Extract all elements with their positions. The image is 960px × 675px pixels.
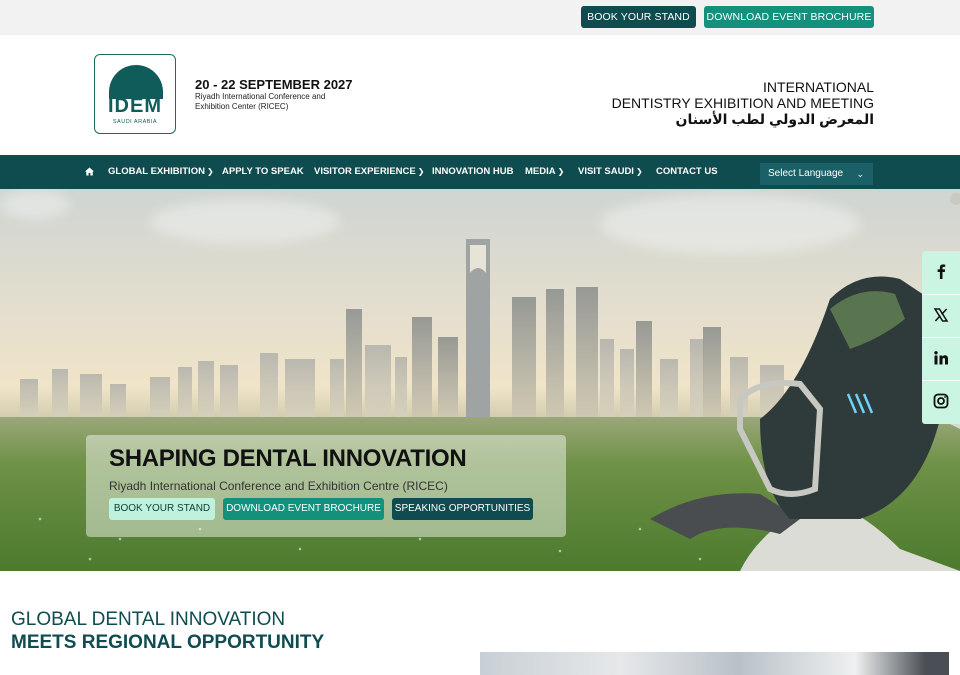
- logo-word: IDEM: [108, 95, 162, 117]
- chevron-down-icon: ❯: [206, 167, 214, 176]
- instagram-link[interactable]: [922, 380, 960, 423]
- chevron-down-icon: ❯: [635, 167, 643, 176]
- hero-banner: SHAPING DENTAL INNOVATION Riyadh Interna…: [0, 189, 960, 571]
- nav-visit-saudi[interactable]: VISIT SAUDI ❯: [578, 155, 643, 189]
- event-date: 20 - 22 SEPTEMBER 2027: [195, 77, 353, 92]
- language-select[interactable]: Select Language ⌄: [760, 163, 873, 185]
- linkedin-icon: [934, 351, 948, 365]
- facebook-icon: [937, 264, 946, 279]
- home-icon[interactable]: [85, 167, 94, 176]
- book-stand-button[interactable]: BOOK YOUR STAND: [581, 6, 696, 28]
- section-heading-line2: MEETS REGIONAL OPPORTUNITY: [11, 632, 325, 653]
- nav-label: APPLY TO SPEAK: [222, 166, 304, 177]
- hero-title: SHAPING DENTAL INNOVATION: [109, 445, 467, 472]
- x-icon: [933, 308, 949, 322]
- idem-logo[interactable]: IDEM SAUDI ARABIA: [94, 54, 176, 134]
- nav-apply-to-speak[interactable]: APPLY TO SPEAK: [222, 155, 304, 189]
- nav-label: GLOBAL EXHIBITION: [108, 166, 205, 177]
- nav-media[interactable]: MEDIA ❯: [525, 155, 564, 189]
- hero-subtitle: Riyadh International Conference and Exhi…: [109, 479, 448, 493]
- nav-label: INNOVATION HUB: [432, 166, 514, 177]
- nav-global-exhibition[interactable]: GLOBAL EXHIBITION ❯: [108, 155, 214, 189]
- nav-label: VISITOR EXPERIENCE: [314, 166, 416, 177]
- hero-download-brochure-button[interactable]: DOWNLOAD EVENT BROCHURE: [223, 498, 384, 520]
- hero-speaking-opportunities-button[interactable]: SPEAKING OPPORTUNITIES: [392, 498, 533, 520]
- exhibition-hall-image: [480, 652, 949, 675]
- hero-card: SHAPING DENTAL INNOVATION Riyadh Interna…: [86, 435, 566, 537]
- nav-label: MEDIA: [525, 166, 556, 177]
- language-select-value: Select Language: [768, 168, 844, 179]
- top-bar: BOOK YOUR STAND DOWNLOAD EVENT BROCHURE: [0, 0, 960, 35]
- linkedin-link[interactable]: [922, 337, 960, 380]
- nav-label: VISIT SAUDI: [578, 166, 634, 177]
- nav-innovation-hub[interactable]: INNOVATION HUB: [432, 155, 513, 189]
- nav-contact-us[interactable]: CONTACT US: [656, 155, 718, 189]
- section-heading-line1: GLOBAL DENTAL INNOVATION: [11, 609, 286, 630]
- chevron-down-icon: ❯: [557, 167, 565, 176]
- logo-subtitle: SAUDI ARABIA: [112, 119, 158, 125]
- social-sidebar: [922, 251, 960, 424]
- logo-dome: [109, 65, 163, 99]
- x-link[interactable]: [922, 294, 960, 337]
- tagline-line2: DENTISTRY EXHIBITION AND MEETING: [611, 95, 874, 111]
- chevron-down-icon: ❯: [417, 167, 425, 176]
- header-tagline: INTERNATIONAL DENTISTRY EXHIBITION AND M…: [612, 79, 874, 128]
- instagram-icon: [933, 393, 949, 409]
- facebook-link[interactable]: [922, 251, 960, 294]
- main-nav: GLOBAL EXHIBITION ❯ APPLY TO SPEAK VISITO…: [0, 155, 960, 189]
- nav-label: CONTACT US: [656, 166, 718, 177]
- chevron-down-icon: ⌄: [856, 169, 864, 179]
- event-venue: Riyadh International Conference and Exhi…: [195, 92, 326, 111]
- nav-visitor-experience[interactable]: VISITOR EXPERIENCE ❯: [314, 155, 424, 189]
- tagline-line1: INTERNATIONAL: [763, 79, 874, 95]
- tagline-arabic: المعرض الدولي لطب الأسنان: [675, 111, 874, 127]
- download-brochure-button[interactable]: DOWNLOAD EVENT BROCHURE: [704, 6, 874, 28]
- hero-book-stand-button[interactable]: BOOK YOUR STAND: [109, 498, 215, 520]
- site-header: IDEM SAUDI ARABIA 20 - 22 SEPTEMBER 2027…: [0, 35, 960, 155]
